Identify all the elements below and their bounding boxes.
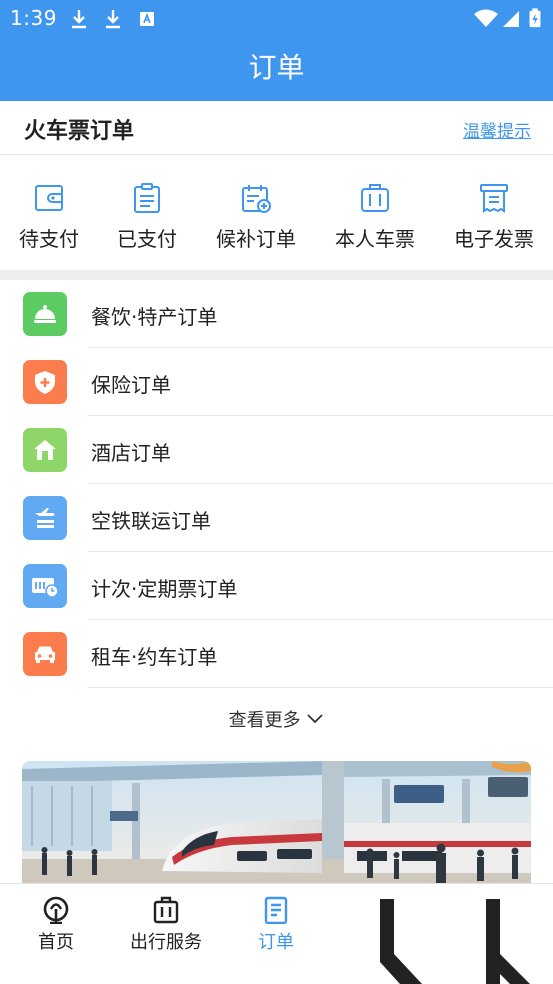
nav-travel-services[interactable]: 出行服务 xyxy=(128,896,204,954)
list-item-hotel-orders[interactable]: 酒店订单 xyxy=(0,416,553,484)
quick-item-paid[interactable]: 已支付 xyxy=(97,182,197,262)
status-bar: 1:39 xyxy=(0,0,553,36)
receipt-icon xyxy=(480,184,508,213)
list-item-food-orders[interactable]: 餐饮·特产订单 xyxy=(0,280,553,348)
chevron-down-icon xyxy=(307,714,323,724)
quick-actions: 待支付 已支付 候补订单 本人车票 电子发票 xyxy=(0,156,553,270)
quick-item-label: 本人车票 xyxy=(335,227,415,251)
status-time: 1:39 xyxy=(10,6,57,30)
nav-label: 出行服务 xyxy=(130,932,202,953)
shield-plus-icon xyxy=(23,360,67,404)
wifi-icon xyxy=(474,9,498,27)
quick-item-label: 已支付 xyxy=(117,227,177,251)
nav-label: 订单 xyxy=(258,932,294,953)
keyboard-a-icon xyxy=(140,12,154,26)
section-divider xyxy=(0,270,553,280)
quick-item-my-tickets[interactable]: 本人车票 xyxy=(325,182,425,262)
quick-item-pending-payment[interactable]: 待支付 xyxy=(0,182,99,262)
list-item-label: 保险订单 xyxy=(91,373,171,397)
nav-label: 首页 xyxy=(38,932,74,953)
promo-banner-image[interactable] xyxy=(22,761,531,891)
train-orders-header: 火车票订单 温馨提示 xyxy=(0,101,553,155)
list-item-label: 酒店订单 xyxy=(91,441,171,465)
wallet-icon xyxy=(35,185,63,211)
ticket-clock-icon xyxy=(23,564,67,608)
list-item-periodic-ticket-orders[interactable]: 计次·定期票订单 xyxy=(0,552,553,620)
section-title: 火车票订单 xyxy=(24,119,135,144)
nav-home[interactable]: 首页 xyxy=(36,896,76,954)
battery-charging-icon xyxy=(529,8,541,28)
quick-item-waitlist[interactable]: 候补订单 xyxy=(206,182,306,262)
quick-item-label: 候补订单 xyxy=(216,227,296,251)
quick-item-label: 待支付 xyxy=(19,227,79,251)
decorative-shape xyxy=(380,899,530,984)
list-item-insurance-orders[interactable]: 保险订单 xyxy=(0,348,553,416)
list-item-label: 餐饮·特产订单 xyxy=(91,305,218,329)
railway-logo-icon xyxy=(43,896,69,924)
hotel-house-icon xyxy=(23,428,67,472)
list-item-label: 空铁联运订单 xyxy=(91,509,211,533)
list-item-label: 租车·约车订单 xyxy=(91,645,218,669)
list-item-label: 计次·定期票订单 xyxy=(91,577,238,601)
list-item-car-rental-orders[interactable]: 租车·约车订单 xyxy=(0,620,553,688)
order-doc-icon xyxy=(264,896,288,924)
download-icon xyxy=(106,10,120,29)
bottom-navigation: 首页 出行服务 订单 xyxy=(0,883,553,984)
suitcase-icon xyxy=(153,896,179,924)
list-item-air-rail-orders[interactable]: 空铁联运订单 xyxy=(0,484,553,552)
page-title: 订单 xyxy=(248,51,305,84)
luggage-icon xyxy=(361,184,389,212)
divider xyxy=(88,687,553,688)
signal-icon xyxy=(503,11,519,27)
quick-item-label: 电子发票 xyxy=(454,227,534,251)
plane-train-icon xyxy=(23,496,67,540)
clipboard-icon xyxy=(134,183,160,213)
view-more-label: 查看更多 xyxy=(228,710,301,731)
app-header: 1:39 订单 xyxy=(0,0,553,101)
download-icon xyxy=(72,10,86,29)
food-bell-icon xyxy=(23,292,67,336)
nav-orders[interactable]: 订单 xyxy=(256,896,296,954)
tips-link[interactable]: 温馨提示 xyxy=(463,117,531,142)
calendar-add-icon xyxy=(242,185,271,213)
view-more-button[interactable]: 查看更多 xyxy=(0,706,553,732)
quick-item-e-invoice[interactable]: 电子发票 xyxy=(444,182,544,262)
car-icon xyxy=(23,632,67,676)
